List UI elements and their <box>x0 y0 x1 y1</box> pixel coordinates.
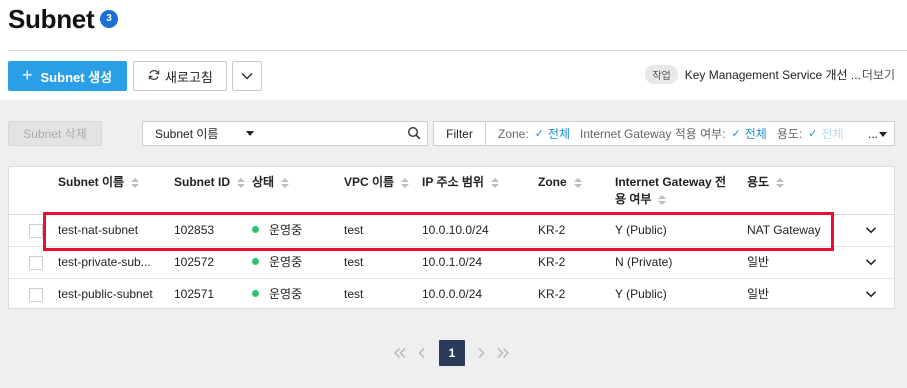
search-field-value: Subnet 이름 <box>155 127 219 141</box>
filter-zone-value[interactable]: 전체 <box>548 125 570 142</box>
sort-icon[interactable] <box>490 177 499 188</box>
chevron-down-icon <box>241 72 253 80</box>
cell-zone: KR-2 <box>538 287 566 301</box>
caret-down-icon[interactable] <box>879 132 887 137</box>
page-header: Subnet 3 + Subnet 생성 새로고침 작업 Key Managem… <box>0 0 907 100</box>
cell-vpc: test <box>344 287 364 301</box>
column-header-cidr[interactable]: IP 주소 범위 <box>422 174 499 191</box>
create-subnet-label: Subnet 생성 <box>40 69 113 85</box>
plus-icon: + <box>22 65 33 85</box>
row-checkbox[interactable] <box>29 288 43 302</box>
refresh-icon <box>148 68 160 84</box>
row-checkbox[interactable] <box>29 256 43 270</box>
double-chevron-left-icon[interactable] <box>393 347 407 359</box>
sort-icon[interactable] <box>658 194 667 205</box>
pagination: 1 <box>0 340 907 366</box>
status-dot <box>252 226 259 234</box>
status-dot <box>252 290 259 298</box>
cell-zone: KR-2 <box>538 223 566 237</box>
cell-id: 102571 <box>174 287 215 301</box>
notice-text[interactable]: Key Management Service 개선 ... <box>685 66 861 83</box>
header-divider <box>8 50 907 51</box>
cell-vpc: test <box>344 223 364 237</box>
expand-row-icon[interactable] <box>865 288 877 300</box>
column-header-igw[interactable]: Internet Gateway 전용 여부 <box>615 174 735 208</box>
delete-subnet-button[interactable]: Subnet 삭제 <box>8 121 102 146</box>
count-badge: 3 <box>100 10 118 28</box>
filter-chips: Zone: ✓ 전체 Internet Gateway 적용 여부: ✓ 전체 … <box>486 125 854 142</box>
chevron-right-icon[interactable] <box>476 347 486 359</box>
create-subnet-button[interactable]: + Subnet 생성 <box>8 61 127 91</box>
cell-cidr: 10.0.10.0/24 <box>422 223 489 237</box>
search-icon[interactable] <box>407 126 421 140</box>
notice-tag: 작업 <box>645 64 678 84</box>
filter-overflow: ... <box>865 127 878 141</box>
expand-row-icon[interactable] <box>865 224 877 236</box>
table-row[interactable]: test-nat-subnet 102853 운영중 test 10.0.10.… <box>9 215 894 247</box>
page-title: Subnet <box>8 4 95 34</box>
cell-igw: Y (Public) <box>615 287 667 301</box>
cell-status: 운영중 <box>252 215 302 246</box>
cell-name[interactable]: test-private-sub... <box>58 247 151 278</box>
search-input[interactable] <box>266 121 428 146</box>
search-field-select[interactable]: Subnet 이름 <box>142 121 267 146</box>
cell-vpc: test <box>344 255 364 269</box>
subnet-table: Subnet 이름 Subnet ID 상태 VPC 이름 IP 주소 범위 Z… <box>8 166 895 309</box>
table-header: Subnet 이름 Subnet ID 상태 VPC 이름 IP 주소 범위 Z… <box>9 167 894 215</box>
sort-icon[interactable] <box>237 177 245 188</box>
cell-id: 102572 <box>174 255 215 269</box>
sort-icon[interactable] <box>573 177 582 188</box>
check-icon: ✓ <box>808 128 818 140</box>
refresh-button[interactable]: 새로고침 <box>133 61 227 91</box>
column-header-vpc[interactable]: VPC 이름 <box>344 174 410 191</box>
column-header-name[interactable]: Subnet 이름 <box>58 174 140 191</box>
column-header-status[interactable]: 상태 <box>252 174 290 191</box>
filter-igw-value[interactable]: 전체 <box>745 125 767 142</box>
filter-usage-label: 용도: <box>776 127 803 141</box>
chevron-left-icon[interactable] <box>417 347 427 359</box>
sort-icon[interactable] <box>131 177 140 188</box>
filter-igw-label: Internet Gateway 적용 여부: <box>580 127 726 141</box>
cell-id: 102853 <box>174 223 215 237</box>
filter-usage-value[interactable]: 전체 <box>822 125 844 142</box>
cell-cidr: 10.0.0.0/24 <box>422 287 483 301</box>
sort-icon[interactable] <box>401 177 410 188</box>
cell-igw: N (Private) <box>615 255 673 269</box>
notice-banner[interactable]: 작업 Key Management Service 개선 ... 더보기 <box>645 64 895 84</box>
double-chevron-right-icon[interactable] <box>496 347 510 359</box>
cell-usage: 일반 <box>747 287 770 301</box>
sort-icon[interactable] <box>776 177 785 188</box>
column-header-id[interactable]: Subnet ID <box>174 174 245 191</box>
notice-more-link[interactable]: 더보기 <box>862 66 895 83</box>
row-checkbox[interactable] <box>29 224 43 238</box>
filter-button[interactable]: Filter <box>434 122 486 145</box>
filter-bar[interactable]: Filter Zone: ✓ 전체 Internet Gateway 적용 여부… <box>433 121 895 146</box>
check-icon: ✓ <box>731 128 741 140</box>
cell-status: 운영중 <box>252 279 302 310</box>
cell-usage: 일반 <box>747 255 770 269</box>
sort-icon[interactable] <box>281 177 290 188</box>
cell-zone: KR-2 <box>538 255 566 269</box>
cell-igw: Y (Public) <box>615 223 667 237</box>
table-row[interactable]: test-private-sub... 102572 운영중 test 10.0… <box>9 247 894 279</box>
cell-name[interactable]: test-public-subnet <box>58 279 153 310</box>
cell-status: 운영중 <box>252 247 302 278</box>
cell-name[interactable]: test-nat-subnet <box>58 215 138 246</box>
column-header-usage[interactable]: 용도 <box>747 174 785 191</box>
caret-down-icon <box>246 131 254 136</box>
refresh-label: 새로고침 <box>165 69 213 85</box>
column-header-zone[interactable]: Zone <box>538 174 582 191</box>
cell-usage: NAT Gateway <box>747 223 821 237</box>
page-button-current[interactable]: 1 <box>439 340 465 366</box>
expand-row-icon[interactable] <box>865 256 877 268</box>
check-icon: ✓ <box>534 128 544 140</box>
filter-zone-label: Zone: <box>498 126 529 141</box>
more-actions-button[interactable] <box>232 61 262 91</box>
cell-cidr: 10.0.1.0/24 <box>422 255 483 269</box>
table-row[interactable]: test-public-subnet 102571 운영중 test 10.0.… <box>9 279 894 311</box>
content-area: Subnet 삭제 Subnet 이름 Filter Zone: ✓ 전체 In… <box>0 100 907 388</box>
status-dot <box>252 258 259 266</box>
